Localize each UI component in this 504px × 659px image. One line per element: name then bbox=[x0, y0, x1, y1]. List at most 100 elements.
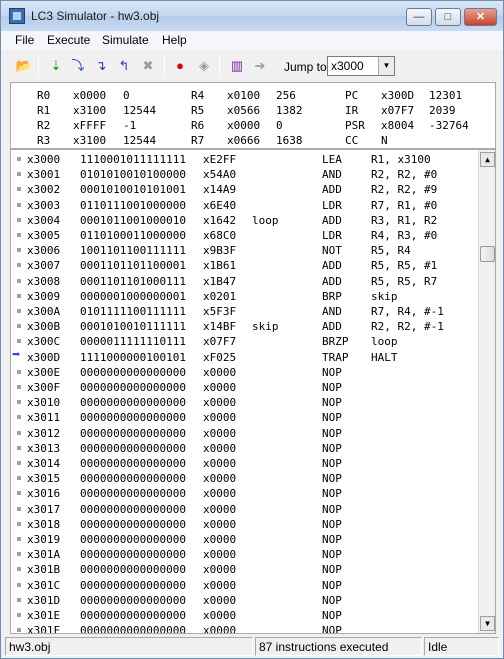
step-into-icon[interactable]: ↴ bbox=[90, 55, 112, 77]
breakpoint-marker-icon[interactable] bbox=[17, 537, 21, 541]
memory-row[interactable]: x300A 0101111100111111 x5F3F AND R7, R4, #-1 bbox=[11, 304, 479, 319]
register-decimal[interactable]: 256 bbox=[276, 89, 296, 102]
memory-row[interactable]: x3009 0000001000000001 x0201 BRP skip bbox=[11, 289, 479, 304]
memory-row[interactable]: x301C 0000000000000000 x0000 NOP bbox=[11, 578, 479, 593]
jump-to-value[interactable]: x3000 bbox=[331, 59, 364, 73]
breakpoint-marker-icon[interactable] bbox=[17, 157, 21, 161]
memory-row[interactable]: x301F 0000000000000000 x0000 NOP bbox=[11, 623, 479, 633]
close-button[interactable]: ✕ bbox=[464, 8, 497, 26]
register-hex[interactable]: x0000 bbox=[227, 119, 260, 132]
breakpoint-marker-icon[interactable] bbox=[17, 491, 21, 496]
register-hex[interactable]: x0100 bbox=[227, 89, 260, 102]
memory-row[interactable]: x3019 0000000000000000 x0000 NOP bbox=[11, 532, 479, 547]
step-over-icon[interactable]: ⤵ bbox=[67, 55, 89, 77]
register-decimal[interactable]: 1638 bbox=[276, 134, 303, 147]
memory-row[interactable]: x301A 0000000000000000 x0000 NOP bbox=[11, 547, 479, 562]
chevron-down-icon[interactable]: ▼ bbox=[378, 57, 394, 75]
breakpoint-marker-icon[interactable] bbox=[17, 430, 21, 435]
breakpoint-marker-icon[interactable] bbox=[17, 263, 21, 268]
breakpoint-marker-icon[interactable] bbox=[17, 233, 21, 237]
breakpoint-marker-icon[interactable] bbox=[17, 506, 21, 511]
register-decimal[interactable]: 12301 bbox=[429, 89, 462, 102]
breakpoint-marker-icon[interactable] bbox=[17, 187, 21, 192]
breakpoint-marker-icon[interactable] bbox=[17, 613, 21, 617]
breakpoint-marker-icon[interactable] bbox=[17, 172, 21, 177]
breakpoint-marker-icon[interactable] bbox=[17, 202, 21, 207]
register-hex[interactable]: x0666 bbox=[227, 134, 260, 147]
memory-row[interactable]: x3018 0000000000000000 x0000 NOP bbox=[11, 517, 479, 532]
memory-row[interactable]: x300E 0000000000000000 x0000 NOP bbox=[11, 365, 479, 380]
breakpoint-marker-icon[interactable] bbox=[17, 369, 21, 374]
memory-row[interactable]: x301B 0000000000000000 x0000 NOP bbox=[11, 562, 479, 577]
breakpoint-marker-icon[interactable] bbox=[17, 248, 21, 253]
breakpoint-marker-icon[interactable] bbox=[17, 339, 21, 344]
register-decimal[interactable]: 0 bbox=[276, 119, 283, 132]
breakpoint-marker-icon[interactable] bbox=[17, 400, 21, 405]
breakpoint-marker-icon[interactable] bbox=[17, 461, 21, 465]
jump-arrow-icon[interactable]: ➔ bbox=[249, 55, 271, 77]
register-hex[interactable]: x0000 bbox=[73, 89, 106, 102]
register-decimal[interactable]: -32764 bbox=[429, 119, 469, 132]
breakpoint-marker-icon[interactable] bbox=[17, 278, 21, 283]
menu-help[interactable]: Help bbox=[162, 33, 187, 47]
memory-row[interactable]: x3014 0000000000000000 x0000 NOP bbox=[11, 456, 479, 471]
register-decimal[interactable]: -1 bbox=[123, 119, 136, 132]
maximize-button[interactable]: □ bbox=[435, 8, 461, 26]
memory-row[interactable]: x3004 0001011001000010 x1642 loop ADD R3, R1,… bbox=[11, 213, 479, 228]
scroll-thumb[interactable] bbox=[480, 246, 495, 262]
breakpoint-marker-icon[interactable] bbox=[17, 217, 21, 222]
memory-row[interactable]: ➡ x300D 1111000000100101 xF025 TRAP HALT bbox=[11, 347, 479, 365]
breakpoint-marker-icon[interactable] bbox=[17, 567, 21, 572]
memory-row[interactable]: x3005 0110100011000000 x68C0 LDR R4, R3, #0 bbox=[11, 228, 479, 243]
minimize-button[interactable]: — bbox=[406, 8, 432, 26]
memory-row[interactable]: x3012 0000000000000000 x0000 NOP bbox=[11, 426, 479, 441]
step-out-icon[interactable]: ↰ bbox=[113, 55, 135, 77]
jump-to-combobox[interactable]: x3000 ▼ bbox=[327, 56, 395, 76]
menu-execute[interactable]: Execute bbox=[47, 33, 90, 47]
register-hex[interactable]: N bbox=[381, 134, 388, 147]
register-hex[interactable]: x300D bbox=[381, 89, 414, 102]
breakpoint-marker-icon[interactable] bbox=[17, 293, 21, 298]
breakpoint-marker-icon[interactable] bbox=[17, 521, 21, 526]
scroll-down-button[interactable]: ▼ bbox=[480, 616, 495, 631]
register-hex[interactable]: x3100 bbox=[73, 104, 106, 117]
breakpoint-marker-icon[interactable] bbox=[17, 582, 21, 587]
run-icon[interactable]: ⇣ bbox=[45, 55, 67, 77]
register-hex[interactable]: xFFFF bbox=[73, 119, 106, 132]
memory-row[interactable]: x300F 0000000000000000 x0000 NOP bbox=[11, 380, 479, 395]
register-hex[interactable]: x3100 bbox=[73, 134, 106, 147]
memory-listing[interactable]: ▲ ▼ x3000 1110001011111111 xE2FF LEA R1, x31… bbox=[10, 149, 496, 634]
memory-row[interactable]: x300C 0000011111110111 x07F7 BRZP loop bbox=[11, 334, 479, 349]
memory-row[interactable]: x3010 0000000000000000 x0000 NOP bbox=[11, 395, 479, 410]
register-hex[interactable]: x0566 bbox=[227, 104, 260, 117]
clear-breakpoints-icon[interactable]: ◈ bbox=[193, 55, 215, 77]
register-decimal[interactable]: 0 bbox=[123, 89, 130, 102]
register-decimal[interactable]: 12544 bbox=[123, 134, 156, 147]
vertical-scrollbar[interactable]: ▲ ▼ bbox=[478, 150, 495, 633]
memory-row[interactable]: x3002 0001010010101001 x14A9 ADD R2, R2, #9 bbox=[11, 182, 479, 197]
breakpoint-icon[interactable]: ● bbox=[169, 55, 191, 77]
memory-row[interactable]: x3007 0001101101100001 x1B61 ADD R5, R5, #1 bbox=[11, 258, 479, 273]
memory-icon[interactable]: ▥ bbox=[226, 55, 248, 77]
memory-row[interactable]: x3001 0101010010100000 x54A0 AND R2, R2, #0 bbox=[11, 167, 479, 182]
memory-row[interactable]: x3008 0001101101000111 x1B47 ADD R5, R5, R7 bbox=[11, 274, 479, 289]
breakpoint-marker-icon[interactable] bbox=[17, 476, 21, 481]
memory-row[interactable]: x3015 0000000000000000 x0000 NOP bbox=[11, 471, 479, 486]
memory-row[interactable]: x3016 0000000000000000 x0000 NOP bbox=[11, 486, 479, 501]
scroll-up-button[interactable]: ▲ bbox=[480, 152, 495, 167]
register-decimal[interactable]: 2039 bbox=[429, 104, 456, 117]
menu-simulate[interactable]: Simulate bbox=[102, 33, 149, 47]
memory-row[interactable]: x3000 1110001011111111 xE2FF LEA R1, x3100 bbox=[11, 152, 479, 167]
breakpoint-marker-icon[interactable] bbox=[17, 445, 21, 450]
memory-row[interactable]: x3013 0000000000000000 x0000 NOP bbox=[11, 441, 479, 456]
memory-row[interactable]: x3011 0000000000000000 x0000 NOP bbox=[11, 410, 479, 425]
register-decimal[interactable]: 12544 bbox=[123, 104, 156, 117]
breakpoint-marker-icon[interactable] bbox=[17, 552, 21, 557]
memory-row[interactable]: x3006 1001101100111111 x9B3F NOT R5, R4 bbox=[11, 243, 479, 258]
open-folder-icon[interactable]: 📂 bbox=[13, 55, 35, 77]
breakpoint-marker-icon[interactable] bbox=[17, 324, 21, 329]
breakpoint-marker-icon[interactable] bbox=[17, 385, 21, 389]
memory-row[interactable]: x301D 0000000000000000 x0000 NOP bbox=[11, 593, 479, 608]
register-decimal[interactable]: 1382 bbox=[276, 104, 303, 117]
breakpoint-marker-icon[interactable] bbox=[17, 628, 21, 633]
